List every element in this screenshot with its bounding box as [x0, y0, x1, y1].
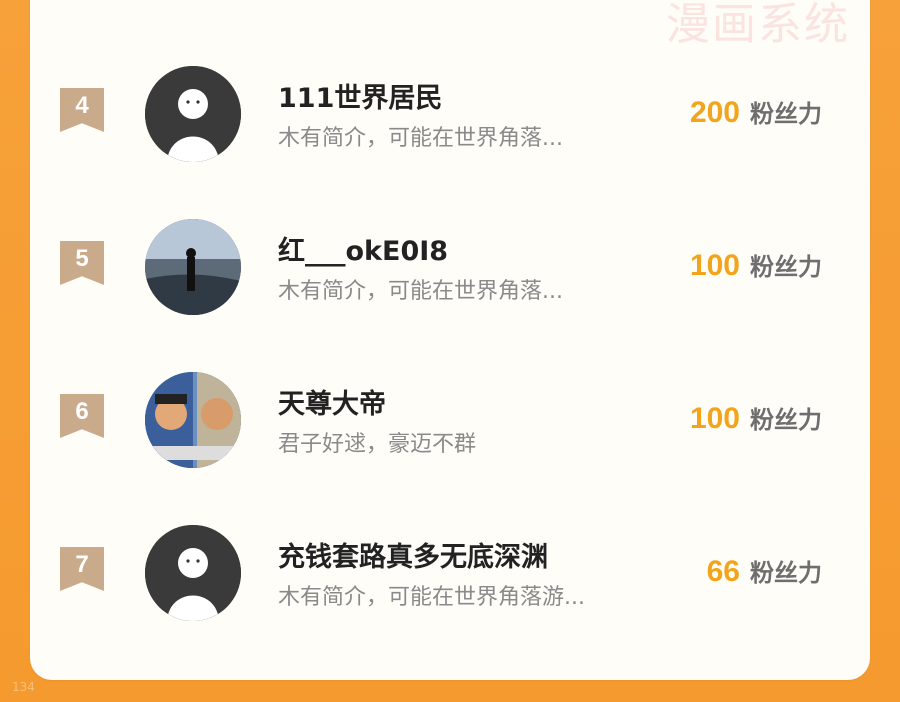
user-name[interactable]: 111世界居民 [278, 76, 442, 115]
default-avatar-icon [145, 525, 241, 621]
list-item[interactable]: 6 天尊大帝 君子好逑，豪迈不群 100 粉丝力 [30, 354, 870, 484]
points-unit: 粉丝力 [750, 253, 822, 281]
user-name[interactable]: 天尊大帝 [278, 382, 386, 421]
user-bio: 君子好逑，豪迈不群 [278, 432, 477, 457]
rank-badge: 6 [60, 394, 104, 438]
avatar[interactable] [145, 66, 241, 162]
fan-points: 200 粉丝力 [690, 94, 822, 130]
fan-points: 100 粉丝力 [690, 400, 822, 436]
list-item[interactable]: 4 111世界居民 木有简介，可能在世界角落... 200 粉丝力 [30, 48, 870, 178]
points-value: 66 [706, 555, 740, 588]
user-name[interactable]: 充钱套路真多无底深渊 [278, 535, 548, 574]
user-bio: 木有简介，可能在世界角落... [278, 126, 563, 151]
page-number: 134 [12, 680, 35, 694]
anime-avatar-icon [145, 372, 241, 468]
default-avatar-icon [145, 66, 241, 162]
photo-avatar-icon [145, 219, 241, 315]
fan-points: 66 粉丝力 [707, 553, 822, 589]
user-name[interactable]: 红___okE0I8 [278, 229, 448, 268]
list-item[interactable]: 7 充钱套路真多无底深渊 木有简介，可能在世界角落游... 66 粉丝力 [30, 507, 870, 637]
avatar[interactable] [145, 372, 241, 468]
avatar[interactable] [145, 219, 241, 315]
watermark: 漫画系统 [666, 0, 850, 50]
user-bio: 木有简介，可能在世界角落... [278, 279, 563, 304]
rank-badge: 7 [60, 547, 104, 591]
points-unit: 粉丝力 [750, 406, 822, 434]
leaderboard-card: 漫画系统 4 111世界居民 木有简介，可能在世界角落... 200 粉丝力 5 [30, 0, 870, 680]
rank-badge: 4 [60, 88, 104, 132]
points-value: 100 [689, 249, 740, 282]
points-unit: 粉丝力 [750, 100, 822, 128]
user-bio: 木有简介，可能在世界角落游... [278, 585, 585, 610]
fan-points: 100 粉丝力 [690, 247, 822, 283]
list-item[interactable]: 5 红___okE0I8 木有简介，可能在世界角落... 100 粉丝力 [30, 201, 870, 331]
points-unit: 粉丝力 [750, 559, 822, 587]
rank-badge: 5 [60, 241, 104, 285]
points-value: 200 [689, 96, 740, 129]
points-value: 100 [689, 402, 740, 435]
avatar[interactable] [145, 525, 241, 621]
